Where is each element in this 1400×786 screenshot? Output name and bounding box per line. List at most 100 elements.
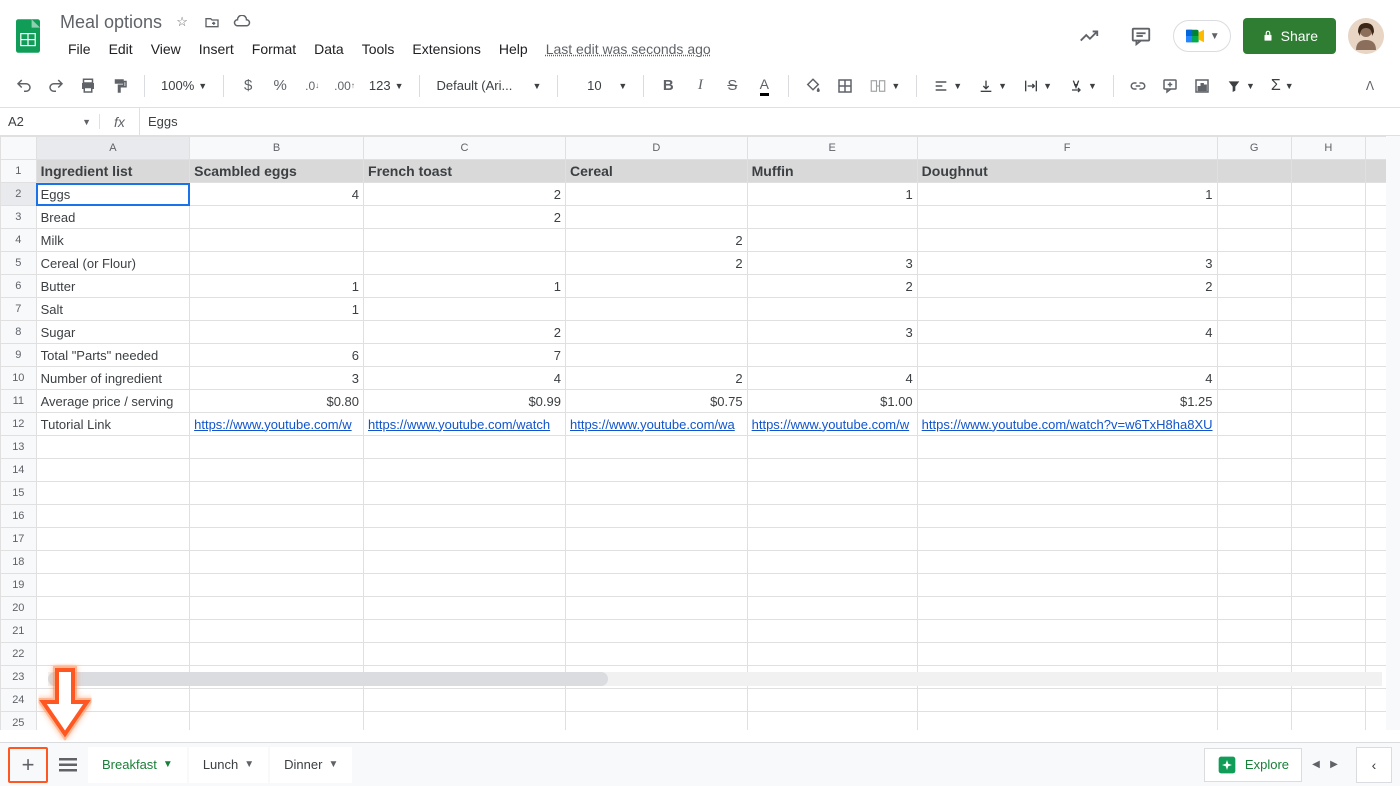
cell[interactable]: Number of ingredient — [36, 367, 189, 390]
cell[interactable] — [1291, 459, 1365, 482]
cell[interactable] — [1291, 689, 1365, 712]
cell[interactable] — [36, 505, 189, 528]
cell[interactable]: 3 — [747, 321, 917, 344]
vertical-scrollbar[interactable] — [1386, 136, 1400, 730]
comments-icon[interactable] — [1121, 16, 1161, 56]
menu-extensions[interactable]: Extensions — [404, 37, 488, 61]
cell[interactable] — [1291, 298, 1365, 321]
cell[interactable]: Cereal — [565, 160, 747, 183]
cell[interactable] — [917, 344, 1217, 367]
cell[interactable] — [565, 551, 747, 574]
cell[interactable] — [917, 712, 1217, 731]
cell[interactable] — [747, 597, 917, 620]
cell[interactable] — [747, 643, 917, 666]
tab-scroll-right[interactable]: ▶ — [1326, 757, 1342, 773]
cell[interactable] — [36, 620, 189, 643]
cell[interactable]: 2 — [565, 367, 747, 390]
menu-file[interactable]: File — [60, 37, 99, 61]
cell[interactable]: 2 — [565, 252, 747, 275]
cell[interactable] — [1291, 643, 1365, 666]
cell[interactable] — [190, 551, 364, 574]
cell[interactable] — [190, 436, 364, 459]
cell[interactable] — [1291, 482, 1365, 505]
cell[interactable] — [190, 712, 364, 731]
row-header[interactable]: 3 — [1, 206, 37, 229]
vertical-align-button[interactable]: ▼ — [972, 78, 1013, 94]
cell[interactable]: Total "Parts" needed — [36, 344, 189, 367]
star-icon[interactable]: ☆ — [172, 12, 192, 32]
number-format-select[interactable]: 123▼ — [363, 78, 410, 93]
cell[interactable] — [1217, 229, 1291, 252]
cell[interactable] — [190, 505, 364, 528]
cell[interactable] — [364, 528, 566, 551]
cell[interactable]: Average price / serving — [36, 390, 189, 413]
cell[interactable] — [1217, 252, 1291, 275]
cell[interactable] — [190, 689, 364, 712]
cell[interactable]: Muffin — [747, 160, 917, 183]
cell[interactable] — [364, 712, 566, 731]
row-header[interactable]: 14 — [1, 459, 37, 482]
all-sheets-button[interactable] — [48, 747, 88, 783]
cell[interactable] — [1217, 206, 1291, 229]
cell[interactable] — [1217, 597, 1291, 620]
row-header[interactable]: 7 — [1, 298, 37, 321]
paint-format-button[interactable] — [106, 72, 134, 100]
cell[interactable] — [1291, 528, 1365, 551]
cell[interactable] — [1217, 689, 1291, 712]
cell[interactable] — [190, 528, 364, 551]
insert-link-button[interactable] — [1124, 72, 1152, 100]
cell[interactable] — [565, 643, 747, 666]
cell[interactable] — [747, 344, 917, 367]
cell[interactable] — [1291, 712, 1365, 731]
cell[interactable] — [917, 551, 1217, 574]
cell[interactable] — [1217, 436, 1291, 459]
cell[interactable]: 3 — [190, 367, 364, 390]
cell[interactable] — [565, 275, 747, 298]
cell[interactable] — [917, 620, 1217, 643]
cell[interactable] — [565, 528, 747, 551]
cell[interactable] — [1291, 390, 1365, 413]
filter-button[interactable]: ▼ — [1220, 78, 1261, 94]
cell[interactable] — [565, 689, 747, 712]
cell[interactable]: 1 — [190, 275, 364, 298]
collapse-toolbar-button[interactable]: ᐱ — [1356, 72, 1384, 100]
cell[interactable]: $0.99 — [364, 390, 566, 413]
cell[interactable] — [917, 505, 1217, 528]
cell[interactable] — [917, 298, 1217, 321]
cell[interactable] — [917, 459, 1217, 482]
cell[interactable] — [364, 643, 566, 666]
cell[interactable]: 2 — [364, 321, 566, 344]
fill-color-button[interactable] — [799, 72, 827, 100]
cell[interactable]: 7 — [364, 344, 566, 367]
cell[interactable] — [1217, 413, 1291, 436]
bold-button[interactable]: B — [654, 72, 682, 100]
cell[interactable] — [747, 229, 917, 252]
functions-button[interactable]: Σ▼ — [1265, 77, 1300, 95]
cell[interactable]: Sugar — [36, 321, 189, 344]
row-header[interactable]: 16 — [1, 505, 37, 528]
cell[interactable]: 2 — [364, 206, 566, 229]
cell[interactable] — [565, 436, 747, 459]
cell[interactable] — [36, 482, 189, 505]
cell[interactable] — [917, 689, 1217, 712]
cell[interactable]: 1 — [747, 183, 917, 206]
cell[interactable] — [917, 597, 1217, 620]
col-header-E[interactable]: E — [747, 137, 917, 160]
cell[interactable]: Tutorial Link — [36, 413, 189, 436]
text-color-button[interactable]: A — [750, 72, 778, 100]
cell[interactable] — [364, 505, 566, 528]
cell[interactable]: 3 — [917, 252, 1217, 275]
col-header-F[interactable]: F — [917, 137, 1217, 160]
cell[interactable] — [1291, 367, 1365, 390]
cell[interactable] — [190, 574, 364, 597]
row-header[interactable]: 2 — [1, 183, 37, 206]
cell[interactable] — [917, 574, 1217, 597]
row-header[interactable]: 20 — [1, 597, 37, 620]
col-header-B[interactable]: B — [190, 137, 364, 160]
row-header[interactable]: 4 — [1, 229, 37, 252]
cell[interactable] — [1217, 528, 1291, 551]
italic-button[interactable]: I — [686, 72, 714, 100]
row-header[interactable]: 25 — [1, 712, 37, 731]
insert-comment-button[interactable] — [1156, 72, 1184, 100]
cell[interactable] — [1291, 551, 1365, 574]
